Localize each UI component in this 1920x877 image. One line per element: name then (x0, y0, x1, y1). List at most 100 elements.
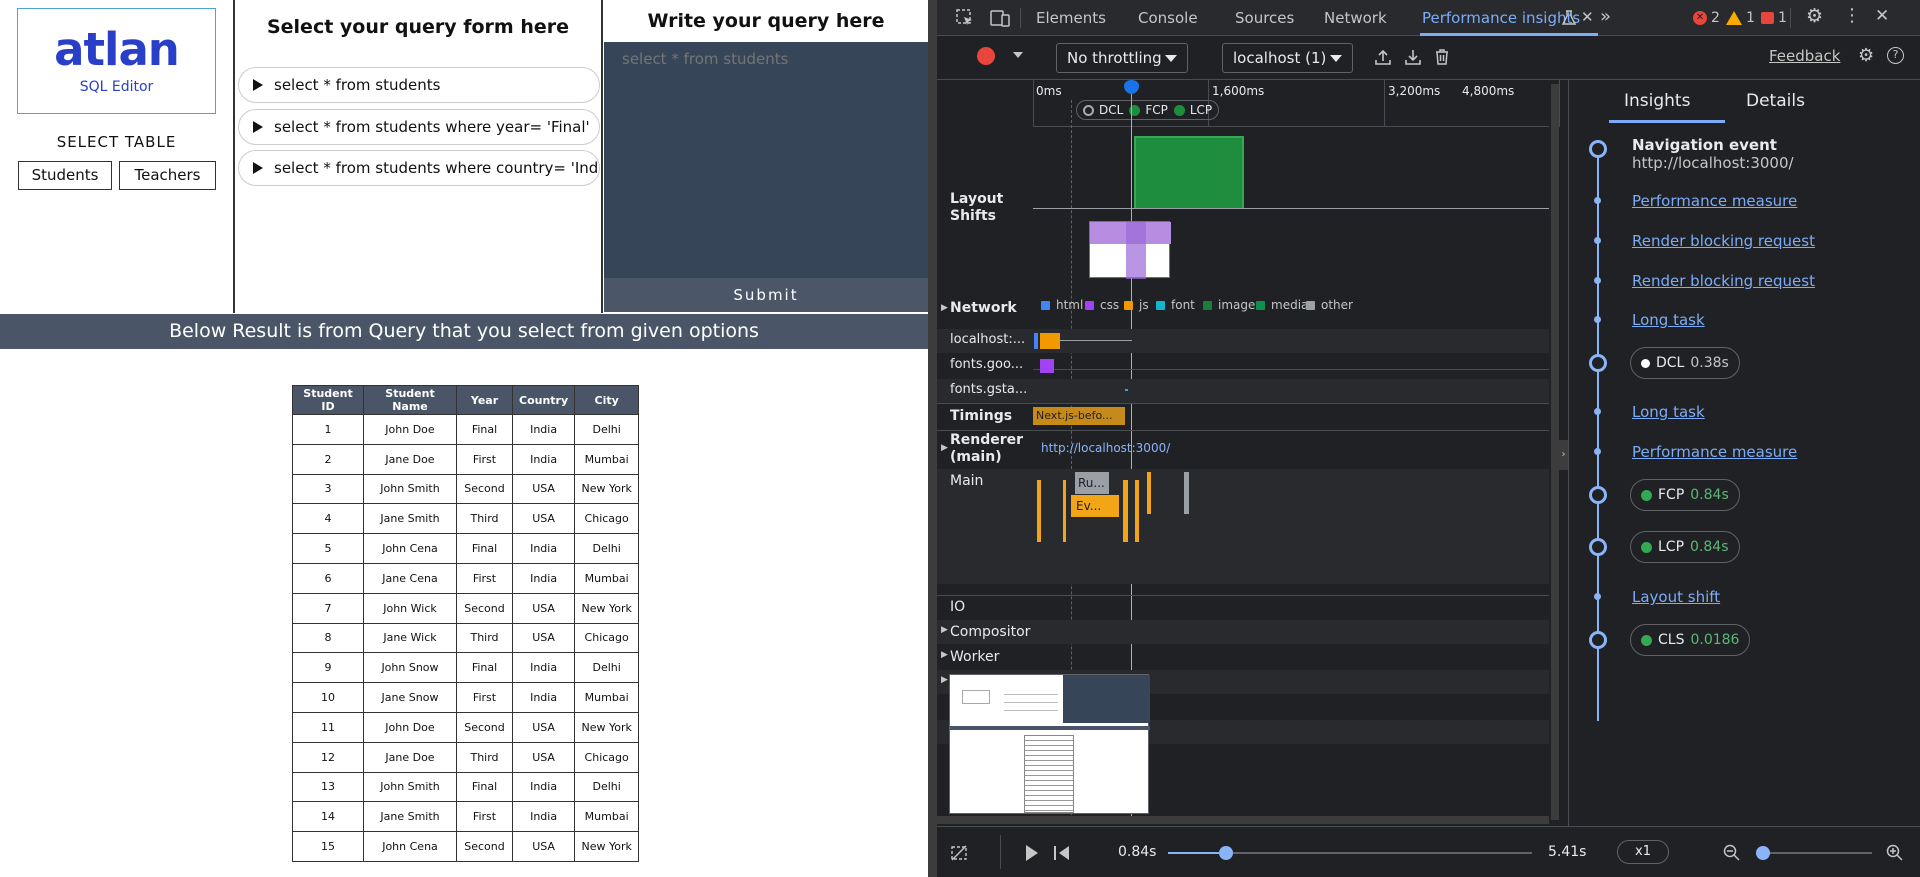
delete-trash-icon[interactable] (1434, 48, 1450, 66)
scrubber-thumb[interactable] (1219, 846, 1234, 860)
network-request-bar[interactable] (1040, 359, 1054, 373)
timeline-node (1589, 631, 1607, 649)
download-icon[interactable] (1404, 48, 1422, 66)
students-table-button[interactable]: Students (18, 161, 112, 190)
task-bar[interactable] (1135, 480, 1139, 542)
timing-bar[interactable]: Next.js-befo... (1033, 407, 1125, 425)
panel-splitter[interactable] (928, 0, 937, 877)
tab-elements[interactable]: Elements (1036, 9, 1106, 27)
issue-counter[interactable]: 1 (1761, 10, 1787, 26)
expand-triangle-icon[interactable]: ▶ (941, 444, 948, 453)
table-cell: New York (574, 473, 640, 505)
settings-gear-icon[interactable]: ⚙ (1858, 47, 1874, 65)
task-evaluate[interactable]: Ev... (1071, 495, 1119, 517)
tab-console[interactable]: Console (1138, 9, 1198, 27)
playback-speed-button[interactable]: x1 (1617, 840, 1669, 864)
network-track-label[interactable]: Network (950, 300, 1017, 316)
expand-triangle-icon[interactable]: ▶ (941, 676, 948, 685)
vertical-scrollbar[interactable] (1551, 84, 1559, 820)
screenshots-toggle-icon[interactable] (950, 844, 968, 862)
record-options-chevron-icon[interactable] (1013, 52, 1023, 58)
long-task-link[interactable]: Long task (1632, 403, 1705, 421)
tick-line (1559, 80, 1560, 127)
timeline-area[interactable]: 0ms 1,600ms 3,200ms 4,800ms DCL FCP LCP (937, 80, 1560, 877)
network-request-bar[interactable] (1040, 333, 1060, 349)
upload-icon[interactable] (1374, 48, 1392, 66)
long-task-link[interactable]: Long task (1632, 311, 1705, 329)
tab-insights[interactable]: Insights (1624, 91, 1690, 111)
dcl-marker[interactable]: DCL FCP LCP (1076, 100, 1220, 120)
lcp-region[interactable] (1134, 136, 1244, 208)
tab-performance-insights[interactable]: Performance insights (1422, 9, 1580, 27)
compositor-track-label[interactable]: Compositor (950, 624, 1030, 640)
expand-triangle-icon[interactable]: ▶ (941, 304, 948, 313)
horizontal-scrollbar[interactable] (937, 816, 1549, 824)
inspect-element-icon[interactable] (956, 9, 974, 27)
zoom-in-icon[interactable] (1886, 844, 1904, 862)
timeline-node (1594, 593, 1601, 600)
network-row-label[interactable]: fonts.goo... (950, 357, 1023, 372)
lcp-metric[interactable]: LCP 0.84s (1630, 531, 1740, 563)
settings-gear-icon[interactable]: ⚙ (1806, 7, 1823, 26)
more-tabs-chevron-icon[interactable]: » (1600, 8, 1611, 26)
error-counter[interactable]: ✕ 2 (1693, 10, 1720, 26)
playback-scrubber[interactable] (1168, 846, 1532, 860)
navigation-event-title: Navigation event (1632, 136, 1777, 154)
zoom-out-icon[interactable] (1723, 844, 1741, 862)
network-row-label[interactable]: fonts.gsta... (950, 382, 1027, 397)
network-request-bar[interactable] (1034, 333, 1038, 349)
network-row-label[interactable]: localhost:... (950, 332, 1025, 347)
tab-network[interactable]: Network (1324, 9, 1387, 27)
toggle-sidebar-chevron-icon[interactable]: › (1559, 440, 1568, 470)
close-devtools-icon[interactable]: ✕ (1875, 8, 1889, 25)
task-run[interactable]: Ru... (1075, 472, 1109, 494)
table-cell: John Wick (363, 592, 457, 624)
feedback-link[interactable]: Feedback (1769, 47, 1840, 65)
dcl-metric[interactable]: DCL 0.38s (1630, 347, 1740, 379)
jump-to-start-icon[interactable] (1054, 846, 1056, 860)
table-row: 14 Jane Smith First India Mumbai (292, 801, 640, 833)
query-option-2[interactable]: select * from students where year= 'Fina… (238, 109, 600, 145)
device-toolbar-icon[interactable] (990, 9, 1010, 27)
query-option-1[interactable]: select * from students (238, 67, 600, 103)
task-bar[interactable] (1123, 480, 1128, 542)
target-dropdown[interactable]: localhost (1) (1222, 43, 1353, 73)
performance-measure-link[interactable]: Performance measure (1632, 192, 1797, 210)
teachers-table-button[interactable]: Teachers (119, 161, 216, 190)
help-icon[interactable]: ? (1887, 47, 1904, 64)
warning-counter[interactable]: 1 (1726, 10, 1755, 26)
expand-triangle-icon[interactable]: ▶ (941, 626, 948, 635)
render-blocking-request-link[interactable]: Render blocking request (1632, 272, 1815, 290)
table-cell: Chicago (574, 503, 640, 535)
submit-button[interactable]: Submit (604, 278, 928, 312)
worker-track-label[interactable]: Worker (950, 649, 999, 665)
query-option-3[interactable]: select * from students where country= 'I… (238, 150, 600, 186)
layout-shift-link[interactable]: Layout shift (1632, 588, 1720, 606)
task-bar[interactable] (1037, 480, 1041, 542)
play-icon[interactable] (1026, 845, 1038, 861)
task-bar[interactable] (1184, 472, 1189, 514)
throttling-dropdown[interactable]: No throttling (1056, 43, 1188, 73)
zoom-thumb[interactable] (1756, 846, 1770, 860)
close-tab-icon[interactable]: ✕ (1581, 10, 1594, 25)
task-bar[interactable] (1147, 472, 1151, 514)
logo-subtitle: SQL Editor (79, 79, 154, 95)
expand-triangle-icon[interactable]: ▶ (941, 651, 948, 660)
performance-measure-link[interactable]: Performance measure (1632, 443, 1797, 461)
fcp-metric[interactable]: FCP 0.84s (1630, 479, 1740, 511)
table-cell: Delhi (574, 771, 640, 803)
task-bar[interactable] (1063, 480, 1066, 542)
jump-to-start-arrow-icon[interactable] (1059, 846, 1069, 860)
network-request-bar[interactable] (1125, 389, 1128, 391)
tab-sources[interactable]: Sources (1235, 9, 1294, 27)
zoom-slider[interactable] (1756, 846, 1872, 860)
render-blocking-request-link[interactable]: Render blocking request (1632, 232, 1815, 250)
tab-details[interactable]: Details (1746, 91, 1805, 111)
more-options-icon[interactable]: ⋮ (1843, 7, 1861, 25)
query-input[interactable] (604, 42, 928, 278)
cls-metric[interactable]: CLS 0.0186 (1630, 624, 1751, 656)
timeline-node (1594, 197, 1601, 204)
layout-shift-thumbnail[interactable] (1089, 221, 1171, 279)
warning-count: 1 (1746, 10, 1755, 26)
record-button[interactable] (977, 47, 995, 65)
